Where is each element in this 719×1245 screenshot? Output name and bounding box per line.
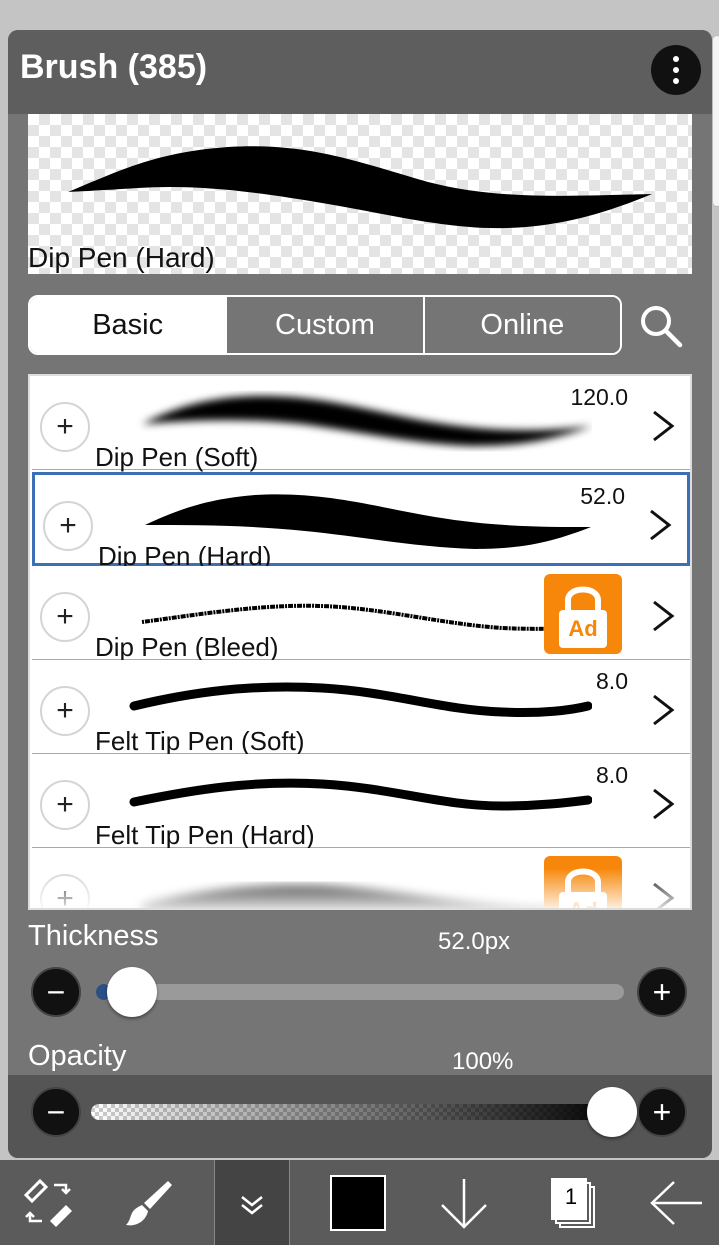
thickness-value: 52.0px [438,928,511,955]
collapse-icon[interactable] [214,1160,290,1245]
brush-name: Dip Pen (Soft) [95,442,259,472]
chevron-right-icon[interactable] [650,690,676,730]
brush-preview: Dip Pen (Hard) [28,114,692,274]
tab-online[interactable]: Online [422,297,620,353]
bottom-toolbar: 1 [0,1160,719,1245]
decrease-opacity-button[interactable]: − [31,1087,81,1137]
list-item[interactable]: + Dip Pen (Bleed) Ad [32,566,690,662]
add-icon[interactable]: + [40,780,90,830]
brush-name: Felt Tip Pen (Hard) [95,820,315,850]
panel-title: Brush (385) [20,48,208,86]
chevron-right-icon[interactable] [647,505,673,545]
chevron-right-icon[interactable] [650,784,676,824]
brush-category-tabs: Basic Custom Online [28,295,622,355]
preview-brush-name: Dip Pen (Hard) [28,242,215,273]
transform-icon[interactable] [8,1160,88,1245]
back-arrow-icon[interactable] [636,1160,716,1245]
add-icon[interactable]: + [43,501,93,551]
tab-custom[interactable]: Custom [225,297,423,353]
color-swatch[interactable] [320,1160,396,1245]
add-icon[interactable]: + [40,402,90,452]
list-item[interactable]: + Felt Tip Pen (Soft) 8.0 [32,660,690,756]
layers-icon[interactable]: 1 [528,1160,608,1245]
brush-name: Dip Pen (Bleed) [95,632,279,662]
thickness-label: Thickness [28,920,159,952]
decrease-thickness-button[interactable]: − [31,967,81,1017]
add-icon[interactable]: + [40,592,90,642]
thickness-slider[interactable] [96,984,624,1000]
increase-thickness-button[interactable]: + [637,967,687,1017]
tab-basic[interactable]: Basic [30,297,226,353]
opacity-slider[interactable] [91,1104,619,1120]
brush-size: 8.0 [596,668,628,694]
opacity-slider-thumb[interactable] [587,1087,637,1137]
opacity-value: 100% [452,1048,514,1075]
move-down-icon[interactable] [424,1160,504,1245]
brush-size: 120.0 [570,384,628,410]
list-fade [30,868,690,908]
brush-size: 52.0 [580,483,625,509]
brush-icon[interactable] [108,1160,188,1245]
add-icon[interactable]: + [40,686,90,736]
brush-size: 8.0 [596,762,628,788]
brush-panel: Brush (385) Dip Pen (Hard) Basic Custom … [8,30,712,1158]
increase-opacity-button[interactable]: + [637,1087,687,1137]
search-icon[interactable] [638,303,684,349]
list-item-selected[interactable]: + Dip Pen (Hard) 52.0 [32,472,690,571]
panel-header: Brush (385) [8,30,712,114]
chevron-right-icon[interactable] [650,406,676,446]
opacity-label: Opacity [28,1040,127,1072]
list-item[interactable]: + Dip Pen (Soft) 120.0 [32,376,690,472]
list-item[interactable]: + Felt Tip Pen (Hard) 8.0 [32,754,690,850]
brush-list[interactable]: + Dip Pen (Soft) 120.0 + Dip Pen (Hard) … [28,374,692,910]
ad-lock-badge[interactable]: Ad [544,574,622,654]
more-vertical-icon[interactable] [651,45,701,95]
layer-count: 1 [564,1184,578,1209]
edge-handle [712,35,719,207]
chevron-right-icon[interactable] [650,596,676,636]
lock-label: Ad [568,616,598,641]
thickness-slider-thumb[interactable] [107,967,157,1017]
brush-name: Felt Tip Pen (Soft) [95,726,305,756]
